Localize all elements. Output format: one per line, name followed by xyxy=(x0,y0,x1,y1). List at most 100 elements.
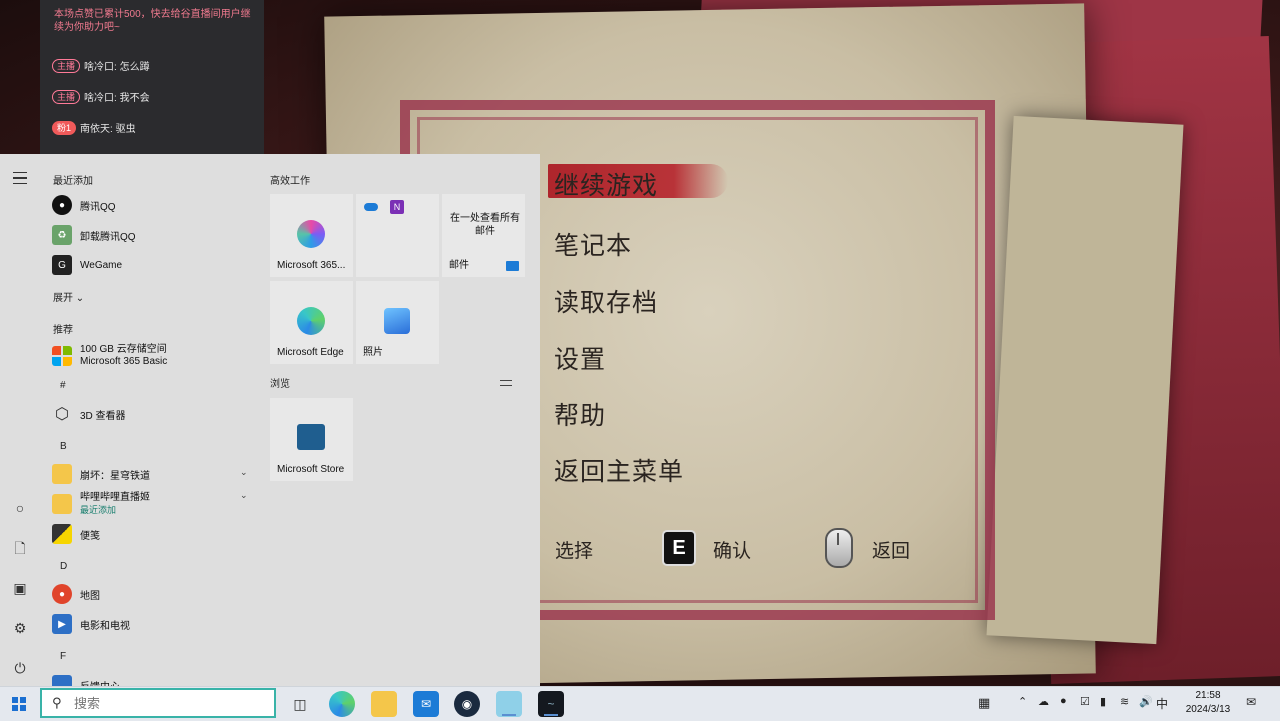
tile-microsoft-edge[interactable]: Microsoft Edge xyxy=(270,281,353,364)
battery-icon[interactable]: ▮ xyxy=(1100,695,1106,708)
running-indicator xyxy=(544,714,558,716)
tile-label: Microsoft 365... xyxy=(277,260,346,271)
tile-label: 邮件 xyxy=(449,260,469,271)
mail-taskbar-icon[interactable]: ✉ xyxy=(413,691,439,717)
hint-select: 选择 xyxy=(555,541,594,562)
host-badge: 主播 xyxy=(52,89,81,104)
tile-microsoft-store[interactable]: Microsoft Store xyxy=(270,398,353,481)
app-honkai-star-rail[interactable]: 崩坏：星穹铁道 xyxy=(52,461,262,487)
wegame-icon: G xyxy=(52,255,72,275)
onenote-icon: N xyxy=(390,200,404,214)
app-bilibili-live[interactable]: 哔哩哔哩直播姬 最近添加 xyxy=(52,490,262,518)
menu-return-main[interactable]: 返回主菜单 xyxy=(554,452,684,488)
app-3d-viewer[interactable]: ⬡ 3D 查看器 xyxy=(52,401,262,427)
edge-icon xyxy=(297,307,325,335)
chevron-down-icon[interactable]: ⌄ xyxy=(240,467,248,478)
app-tencent-qq[interactable]: ● 腾讯QQ xyxy=(52,192,262,218)
chat-text: 啥冷口: 我不会 xyxy=(84,93,150,104)
wifi-icon[interactable]: ≋ xyxy=(1120,695,1129,708)
qq-icon: ● xyxy=(52,195,72,215)
recommended-header: 推荐 xyxy=(53,325,73,336)
app-label: WeGame xyxy=(80,259,123,271)
chevron-down-icon[interactable]: ⌄ xyxy=(240,490,248,501)
user-icon[interactable]: ○ xyxy=(12,500,28,516)
tile-photos[interactable]: 照片 xyxy=(356,281,439,364)
onedrive-tray-icon[interactable]: ☁ xyxy=(1038,695,1049,708)
letter-d[interactable]: D xyxy=(60,561,67,572)
task-view-icon[interactable]: ◫ xyxy=(287,691,313,717)
app-wegame[interactable]: G WeGame xyxy=(52,252,262,278)
tile-label: Microsoft Edge xyxy=(277,347,344,358)
app-label: 反馈中心 xyxy=(80,678,120,687)
security-icon[interactable]: ☑ xyxy=(1080,695,1090,708)
notification-icon[interactable]: ✉ xyxy=(1246,695,1256,709)
ime-indicator[interactable]: 中 xyxy=(1156,695,1168,712)
app-label: 电影和电视 xyxy=(80,620,130,632)
running-indicator xyxy=(502,714,516,716)
chevron-up-icon[interactable]: ⌃ xyxy=(1018,695,1027,708)
e-key-icon: E xyxy=(662,530,696,566)
bilibili-live-icon[interactable] xyxy=(496,691,522,717)
microphone-icon[interactable]: ● xyxy=(1060,695,1067,707)
menu-help[interactable]: 帮助 xyxy=(554,396,606,432)
fan-badge: 粉1 xyxy=(52,120,77,135)
windows-start-icon[interactable] xyxy=(12,697,26,711)
app-feedback-hub[interactable]: 反馈中心 xyxy=(52,672,262,686)
recommended-m365-storage[interactable]: 100 GB 云存储空间 Microsoft 365 Basic xyxy=(52,342,262,370)
steam-icon[interactable]: ◉ xyxy=(454,691,480,717)
paper-background xyxy=(986,115,1184,645)
folder-icon xyxy=(52,464,72,484)
trash-icon: ♻ xyxy=(52,225,72,245)
settings-gear-icon[interactable]: ⚙ xyxy=(12,620,28,636)
taskbar-search[interactable]: ⚲ xyxy=(40,688,276,718)
sticky-notes-icon xyxy=(52,524,72,544)
hamburger-menu-icon[interactable] xyxy=(13,172,27,184)
map-pin-icon: ● xyxy=(52,584,72,604)
menu-load-save[interactable]: 读取存档 xyxy=(554,283,658,319)
documents-icon[interactable]: 🗋 xyxy=(12,540,28,556)
edge-taskbar-icon[interactable] xyxy=(329,691,355,717)
clock[interactable]: 21:58 2024/3/13 xyxy=(1176,689,1240,717)
app-movies-tv[interactable]: ▶ 电影和电视 xyxy=(52,611,262,637)
tile-mail[interactable]: 在一处查看所有邮件 邮件 xyxy=(442,194,525,277)
menu-notebook[interactable]: 笔记本 xyxy=(554,226,632,262)
app-label: 3D 查看器 xyxy=(80,410,126,422)
tile-onedrive-onenote[interactable]: N xyxy=(356,194,439,277)
mouse-icon xyxy=(825,528,853,568)
pictures-icon[interactable]: ▣ xyxy=(12,580,28,596)
mail-tile-text: 在一处查看所有邮件 xyxy=(450,213,520,237)
app-uninstall-qq[interactable]: ♻ 卸载腾讯QQ xyxy=(52,222,262,248)
app-label: 哔哩哔哩直播姬 xyxy=(80,492,150,503)
search-icon: ⚲ xyxy=(52,695,62,710)
app-maps[interactable]: ● 地图 xyxy=(52,581,262,607)
file-explorer-icon[interactable] xyxy=(371,691,397,717)
game-taskbar-icon[interactable]: ~ xyxy=(538,691,564,717)
play-icon: ▶ xyxy=(52,614,72,634)
volume-icon[interactable]: 🔊 xyxy=(1139,695,1153,708)
news-widget-icon[interactable]: ▦ xyxy=(978,695,990,711)
app-label: 腾讯QQ xyxy=(80,201,116,213)
menu-continue-game[interactable]: 继续游戏 xyxy=(554,166,658,202)
photos-icon xyxy=(384,308,410,334)
expand-button[interactable]: 展开 ⌄ xyxy=(53,289,84,304)
hint-back: 返回 xyxy=(872,541,911,562)
chat-text: 啥冷口: 怎么蹲 xyxy=(84,62,150,73)
menu-settings[interactable]: 设置 xyxy=(554,340,606,376)
app-label: 卸载腾讯QQ xyxy=(80,231,136,243)
start-rail: ○ 🗋 ▣ ⚙ ⏻ xyxy=(0,154,40,686)
tile-microsoft-365[interactable]: Microsoft 365... xyxy=(270,194,353,277)
letter-hash[interactable]: # xyxy=(60,380,66,391)
folder-icon xyxy=(52,494,72,514)
power-icon[interactable]: ⏻ xyxy=(12,660,28,676)
clock-time: 21:58 xyxy=(1195,690,1221,701)
app-sticky-notes[interactable]: 便笺 xyxy=(52,521,262,547)
recent-header: 最近添加 xyxy=(53,176,93,187)
chat-message: 主播 啥冷口: 我不会 xyxy=(52,89,150,104)
hint-confirm: 确认 xyxy=(713,541,752,562)
search-input[interactable] xyxy=(72,694,256,712)
letter-f[interactable]: F xyxy=(60,651,66,662)
group-handle-icon[interactable] xyxy=(500,380,512,386)
letter-b[interactable]: B xyxy=(60,441,67,452)
clock-date: 2024/3/13 xyxy=(1185,704,1231,715)
mail-icon xyxy=(506,261,519,271)
